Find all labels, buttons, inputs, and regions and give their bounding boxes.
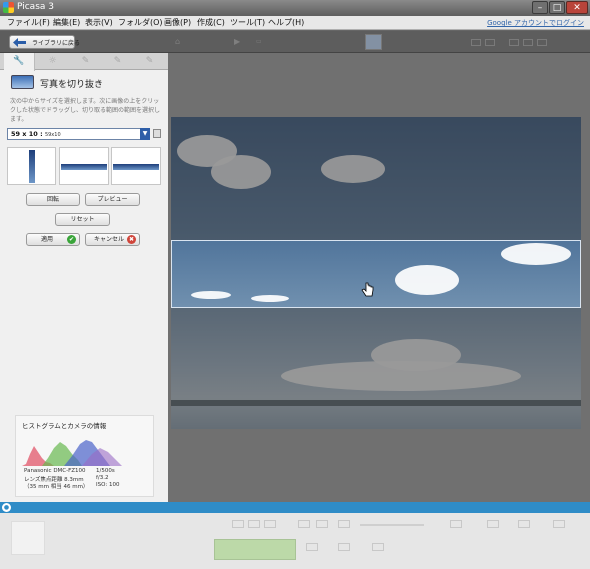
play-icon: ▶ <box>234 37 241 46</box>
cancel-button[interactable]: キャンセル ✖ <box>85 233 140 246</box>
tab-effects-2[interactable]: ✎ <box>102 53 133 70</box>
menu-file[interactable]: ファイル(F) <box>7 17 50 28</box>
aperture: f/3.2 <box>96 475 109 481</box>
print-icon[interactable] <box>338 543 350 551</box>
crop-photo-icon <box>11 75 34 89</box>
email-icon[interactable] <box>306 543 318 551</box>
menu-help[interactable]: ヘルプ(H) <box>268 17 304 28</box>
close-button[interactable]: ✕ <box>566 1 588 14</box>
location-icon[interactable] <box>487 520 499 528</box>
back-to-library-label: ライブラリに戻る <box>32 40 81 47</box>
crop-mask-bottom <box>171 308 581 429</box>
status-bar: ● <box>0 502 590 513</box>
tab-tuning[interactable]: ☼ <box>37 53 68 70</box>
cloud-icon[interactable] <box>338 520 350 528</box>
view-option-icon[interactable] <box>509 39 519 46</box>
rotate-button[interactable]: 回転 <box>26 193 80 206</box>
zoom-slider[interactable] <box>360 524 424 526</box>
crop-preset-wide-alt[interactable] <box>111 147 161 185</box>
rotate-right-icon[interactable] <box>264 520 276 528</box>
histogram-title: ヒストグラムとカメラの情報 <box>22 422 107 430</box>
menu-picture[interactable]: 画像(P) <box>164 17 191 28</box>
edit-tabs: 🔧 ☼ ✎ ✎ ✎ <box>0 53 168 71</box>
hand-cursor-icon <box>361 282 374 297</box>
crop-title: 写真を切り抜き <box>40 80 104 90</box>
shutter-speed: 1/500s <box>96 468 115 474</box>
photo-canvas[interactable] <box>171 117 581 429</box>
crop-size-value-small: 59x10 <box>44 132 61 138</box>
cancel-label: キャンセル <box>94 236 125 243</box>
equiv-35mm: （35 mm 相当 46 mm） <box>24 484 89 490</box>
preview-button[interactable]: プレビュー <box>85 193 140 206</box>
menu-edit[interactable]: 編集(E) <box>53 17 80 28</box>
tab-effects-3[interactable]: ✎ <box>134 53 165 70</box>
slideshow-icon: ▭ <box>256 38 262 45</box>
tab-effects-1[interactable]: ✎ <box>70 53 101 70</box>
view-option-icon[interactable] <box>485 39 495 46</box>
photo-view <box>168 53 590 502</box>
crop-size-value-main: 59 x 10 : <box>11 130 43 138</box>
tray-view-icon[interactable] <box>316 520 328 528</box>
apply-button[interactable]: 適用 ✔ <box>26 233 80 246</box>
view-option-icon[interactable] <box>471 39 481 46</box>
photo-tray <box>0 513 590 569</box>
toolbar: ライブラリに戻る ⌂ ▶ ▭ <box>0 31 590 53</box>
tray-photo-thumbnail[interactable] <box>11 521 45 555</box>
histogram-panel: ヒストグラムとカメラの情報 Panasonic DMC-FZ100 レンズ焦点距… <box>15 415 154 497</box>
info-icon[interactable] <box>553 520 565 528</box>
menu-folder[interactable]: フォルダ(O) <box>118 17 163 28</box>
cancel-x-icon: ✖ <box>127 235 136 244</box>
histogram-graph <box>22 440 122 466</box>
reset-button[interactable]: リセット <box>55 213 110 226</box>
menu-tools[interactable]: ツール(T) <box>230 17 265 28</box>
google-login-link[interactable]: Google アカウントでログイン <box>487 18 584 28</box>
back-to-library-button[interactable]: ライブラリに戻る <box>9 35 80 49</box>
edit-panel: 🔧 ☼ ✎ ✎ ✎ 写真を切り抜き 次の中からサイズを選択します。次に画像の上を… <box>0 53 168 502</box>
tray-view-icon[interactable] <box>298 520 310 528</box>
view-option-icon[interactable] <box>537 39 547 46</box>
menu-create[interactable]: 作成(C) <box>197 17 225 28</box>
crop-preset-wide[interactable] <box>59 147 109 185</box>
chevron-down-icon[interactable]: ▼ <box>140 128 150 140</box>
crop-selection-rectangle[interactable] <box>171 240 581 308</box>
crop-size-value: 59 x 10 : 59x10 <box>11 130 61 138</box>
window-title: Picasa 3 <box>17 2 54 12</box>
home-icon: ⌂ <box>175 37 181 46</box>
people-icon[interactable] <box>450 520 462 528</box>
minimize-button[interactable]: – <box>532 1 548 14</box>
picasa-window: Picasa 3 – □ ✕ ファイル(F) 編集(E) 表示(V) フォルダ(… <box>0 0 590 569</box>
crop-preset-portrait[interactable] <box>7 147 56 185</box>
export-icon[interactable] <box>372 543 384 551</box>
tray-tool-icon[interactable] <box>232 520 244 528</box>
upload-button[interactable] <box>214 539 296 560</box>
crop-description: 次の中からサイズを選択します。次に画像の上をクリックした状態でドラッグし、切り取… <box>10 98 161 123</box>
status-info-icon[interactable]: ● <box>2 503 11 512</box>
crop-size-select[interactable]: 59 x 10 : 59x10 ▼ <box>7 128 150 140</box>
back-arrow-icon <box>13 38 26 47</box>
menu-view[interactable]: 表示(V) <box>85 17 113 28</box>
crop-size-option-icon[interactable] <box>153 129 161 138</box>
current-photo-thumbnail[interactable] <box>365 34 382 50</box>
title-bar: Picasa 3 – □ ✕ <box>0 0 590 16</box>
camera-model: Panasonic DMC-FZ100 <box>24 468 86 474</box>
maximize-button[interactable]: □ <box>549 1 565 14</box>
crop-mask-top <box>171 117 581 240</box>
view-option-icon[interactable] <box>523 39 533 46</box>
check-icon: ✔ <box>67 235 76 244</box>
tag-icon[interactable] <box>518 520 530 528</box>
picasa-app-icon <box>3 2 14 13</box>
apply-label: 適用 <box>41 236 54 243</box>
menu-bar: ファイル(F) 編集(E) 表示(V) フォルダ(O) 画像(P) 作成(C) … <box>0 16 590 30</box>
iso: ISO: 100 <box>96 482 120 488</box>
rotate-left-icon[interactable] <box>248 520 260 528</box>
tab-basic-fixes[interactable]: 🔧 <box>4 53 35 71</box>
